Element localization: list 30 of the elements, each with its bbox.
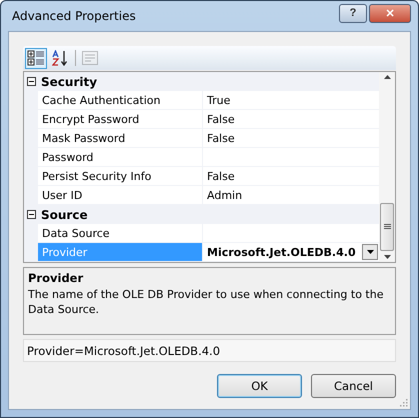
- collapse-toggle-icon[interactable]: [24, 210, 38, 219]
- property-value: Microsoft.Jet.OLEDB.4.0: [207, 246, 356, 258]
- property-name[interactable]: User ID: [38, 186, 203, 204]
- property-name[interactable]: Persist Security Info: [38, 167, 203, 185]
- description-title: Provider: [28, 271, 84, 285]
- categorized-button[interactable]: [25, 48, 47, 68]
- property-value: Admin: [207, 188, 242, 202]
- window-title: Advanced Properties: [11, 9, 136, 23]
- scrollbar[interactable]: [379, 72, 395, 262]
- cancel-button[interactable]: Cancel: [311, 374, 396, 398]
- property-name[interactable]: Encrypt Password: [38, 110, 203, 128]
- dropdown-button[interactable]: [362, 244, 378, 260]
- property-value: False: [207, 112, 235, 126]
- scroll-up-icon[interactable]: [384, 75, 390, 79]
- scroll-down-icon[interactable]: [384, 255, 390, 259]
- property-name[interactable]: Cache Authentication: [38, 91, 203, 109]
- ok-button[interactable]: OK: [217, 374, 302, 398]
- help-button[interactable]: ?: [339, 4, 367, 22]
- connection-string-field[interactable]: Provider=Microsoft.Jet.OLEDB.4.0: [23, 339, 396, 362]
- category-header: Security: [40, 74, 98, 88]
- resize-grip-icon[interactable]: [400, 399, 408, 407]
- property-value: False: [207, 170, 235, 182]
- property-value: True: [207, 94, 230, 106]
- description-text: The name of the OLE DB Provider to use when connecting to the Data Source.: [28, 287, 384, 317]
- property-name[interactable]: Mask Password: [38, 129, 203, 147]
- grip-icon: [384, 224, 390, 230]
- caret-icon: [366, 250, 374, 254]
- category-header: Source: [40, 208, 88, 222]
- collapse-toggle-icon[interactable]: [24, 77, 38, 86]
- property-value: False: [207, 132, 235, 144]
